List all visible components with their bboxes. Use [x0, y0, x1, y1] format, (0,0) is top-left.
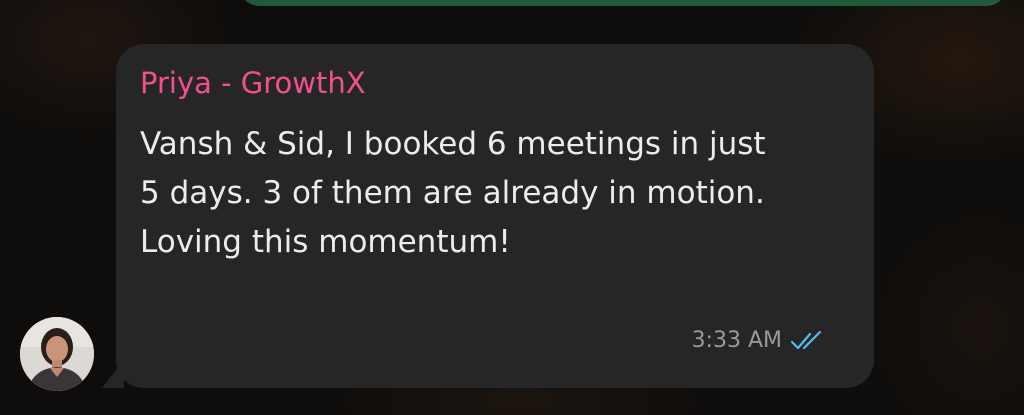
profile-photo-icon — [20, 317, 94, 391]
previous-message-bubble[interactable] — [238, 0, 1008, 6]
message-timestamp: 3:33 AM — [691, 328, 782, 353]
incoming-message-bubble[interactable]: Priya - GrowthX Vansh & Sid, I booked 6 … — [116, 44, 874, 388]
avatar[interactable] — [20, 317, 94, 391]
message-line: Vansh & Sid, I booked 6 meetings in just — [140, 126, 766, 162]
message-text: Vansh & Sid, I booked 6 meetings in just… — [140, 120, 840, 267]
double-check-read-icon — [790, 330, 822, 349]
message-line: 5 days. 3 of them are already in motion. — [140, 175, 765, 211]
message-meta: 3:33 AM — [692, 328, 824, 353]
message-line: Loving this momentum! — [140, 224, 511, 260]
sender-name[interactable]: Priya - GrowthX — [140, 66, 366, 100]
